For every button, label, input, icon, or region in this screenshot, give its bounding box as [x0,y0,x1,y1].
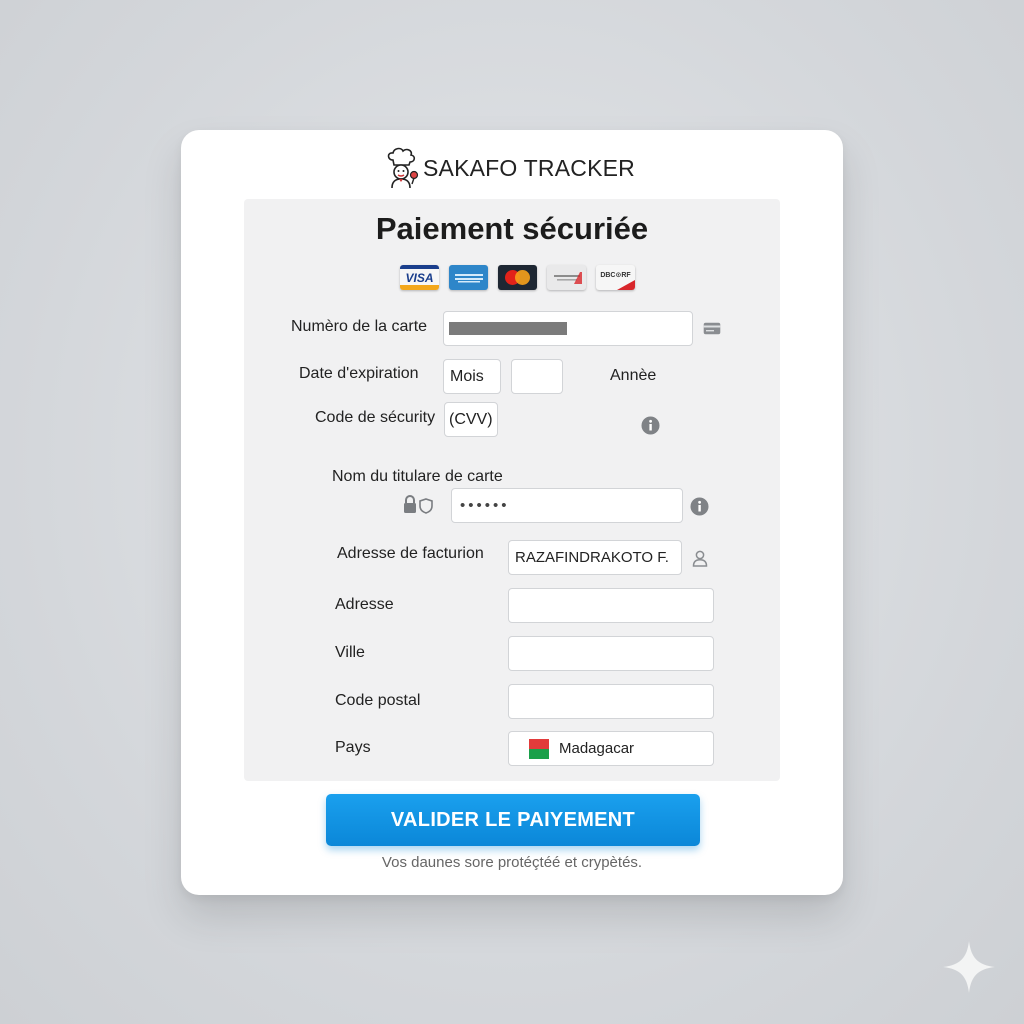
billing-label: Adresse de facturion [337,545,484,562]
postal-code-input[interactable] [508,684,714,719]
expiry-year-label: Annèe [610,367,657,384]
accepted-cards: VISA DBC⊙RF [400,265,635,290]
chef-icon [387,147,419,189]
brand-header: SAKAFO TRACKER [381,146,635,190]
lock-shield-icons [402,495,436,515]
discover-logo: DBC⊙RF [596,265,635,290]
user-icon [691,549,709,567]
amex-logo [449,265,488,290]
sparkle-icon [943,941,995,993]
holder-name-value: •••••• [460,497,510,514]
country-select[interactable]: Madagacar [508,731,714,766]
billing-name-input[interactable]: RAZAFINDRAKOTO F. [508,540,682,575]
info-icon[interactable] [640,415,660,435]
madagascar-flag-icon [519,738,549,759]
city-label: Ville [335,644,365,661]
lock-icon [404,495,433,514]
expiry-label: Date d'expiration [299,365,419,382]
cvv-input[interactable]: (CVV) [444,402,498,437]
card-number-input[interactable] [443,311,693,346]
validate-payment-button[interactable]: VALIDER LE PAIYEMENT [326,794,700,846]
city-input[interactable] [508,636,714,671]
brand-name: SAKAFO TRACKER [423,154,635,181]
page-title: Paiement sécuriée [375,211,649,246]
postal-code-label: Code postal [335,692,421,709]
cvv-value: (CVV) [449,410,493,428]
cvv-label: Code de sécurity [315,409,436,426]
address-input[interactable] [508,588,714,623]
billing-name-value: RAZAFINDRAKOTO F. [515,549,669,566]
country-value: Madagacar [559,740,635,757]
holder-info-icon[interactable] [689,496,709,516]
expiry-month-value: Mois [450,367,484,385]
generic-card-logo [547,265,586,290]
masked-card-number [449,322,567,335]
expiry-year-select[interactable] [511,359,563,394]
card-number-label: Numèro de la carte [291,318,428,335]
payment-card: SAKAFO TRACKER Paiement sécuriée VISA DB… [181,130,843,895]
visa-logo: VISA [400,265,439,290]
security-note: Vos daunes sore protéçtéé et crypètés. [381,854,643,871]
address-label: Adresse [335,596,394,613]
holder-name-label: Nom du titulare de carte [332,468,503,485]
mastercard-logo [498,265,537,290]
payment-form: Paiement sécuriée VISA DBC⊙RF Numèro de … [244,199,780,781]
holder-name-input[interactable]: •••••• [451,488,683,523]
credit-card-icon [702,319,722,337]
expiry-month-select[interactable]: Mois [443,359,501,394]
country-label: Pays [335,739,371,756]
